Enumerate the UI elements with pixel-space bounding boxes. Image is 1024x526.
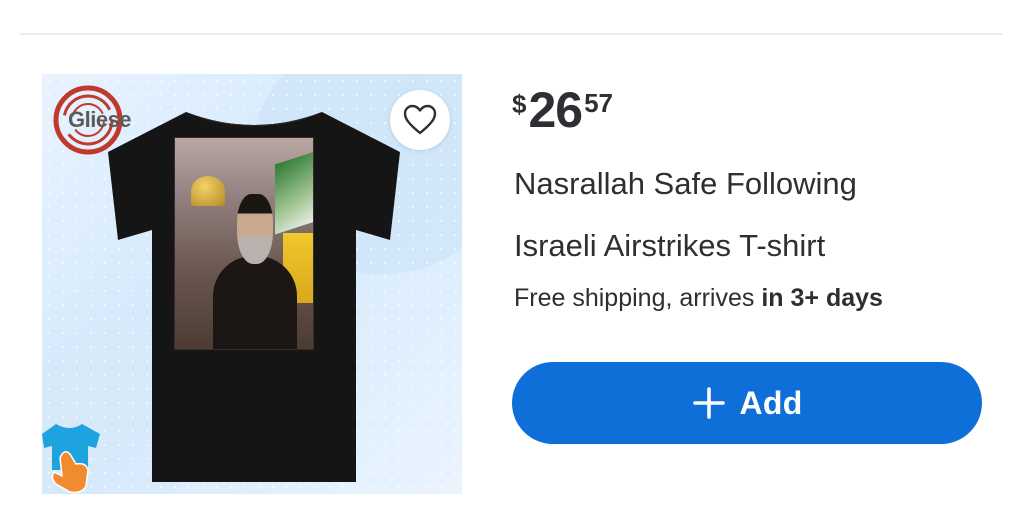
product-title-line-1[interactable]: Nasrallah Safe Following [514,166,857,202]
brand-logo: Gliese [48,80,134,160]
person-head-shape [237,194,273,264]
brand-logo-text: Gliese [68,107,132,132]
price-whole: 26 [528,82,583,138]
add-to-cart-button[interactable]: Add [512,362,982,444]
price: $ 26 57 [512,84,613,140]
dome-shape [191,176,225,206]
wishlist-button[interactable] [390,90,450,150]
product-card: Gliese $ 26 57 Nasrallah Safe Following … [0,0,1024,526]
plus-icon [693,387,726,419]
add-button-label: Add [739,384,803,421]
product-title-line-2[interactable]: Israeli Airstrikes T-shirt [514,228,825,264]
top-divider [20,33,1002,35]
person-body-shape [213,256,297,349]
price-cents: 57 [584,88,614,118]
shirt-print-photo [174,137,314,350]
shipping-eta: in 3+ days [761,284,883,312]
flag-shape [275,151,313,235]
heart-icon [403,104,437,135]
tshirt-tap-icon [42,418,104,494]
price-currency: $ [512,89,527,119]
shipping-text: Free shipping, arrives [514,284,762,312]
shipping-info: Free shipping, arrives in 3+ days [514,284,883,313]
